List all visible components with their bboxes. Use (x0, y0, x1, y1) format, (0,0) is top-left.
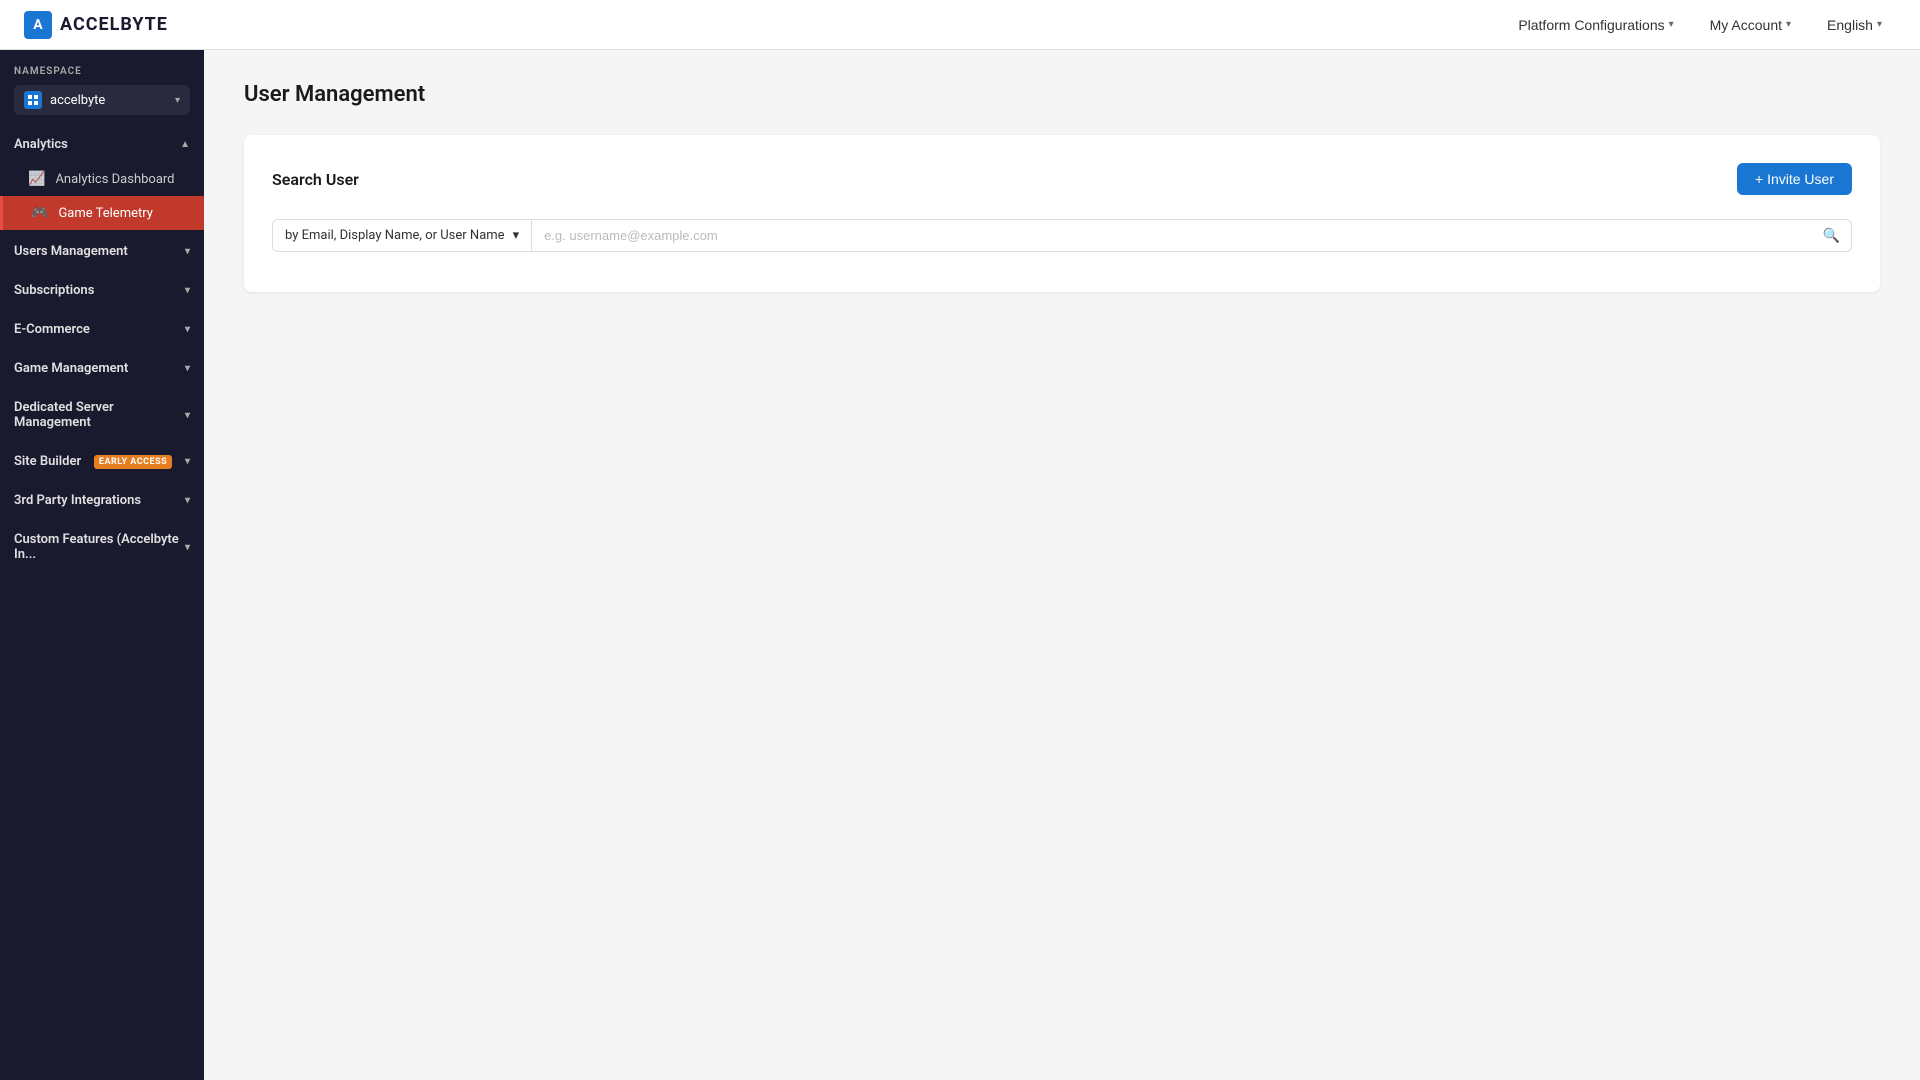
page-title: User Management (244, 82, 1880, 107)
users-management-header[interactable]: Users Management ▾ (0, 234, 204, 269)
namespace-section: NAMESPACE accelbyte ▾ (0, 50, 204, 123)
sidebar-section-site-builder: Site Builder EARLY ACCESS ▾ (0, 444, 204, 479)
namespace-icon (24, 91, 42, 109)
my-account-label: My Account (1710, 17, 1782, 33)
search-user-card: Search User + Invite User by Email, Disp… (244, 135, 1880, 292)
namespace-value: accelbyte (50, 93, 167, 108)
top-nav: A ACCELBYTE Platform Configurations ▾ My… (0, 0, 1920, 50)
my-account-chevron: ▾ (1786, 19, 1791, 30)
logo-icon: A (24, 11, 52, 39)
logo-text: ACCELBYTE (60, 14, 168, 35)
custom-features-label: Custom Features (Accelbyte In... (14, 532, 185, 562)
dedicated-server-header[interactable]: Dedicated Server Management ▾ (0, 390, 204, 440)
search-card-header: Search User + Invite User (272, 163, 1852, 195)
sidebar: NAMESPACE accelbyte ▾ Analytics ▲ (0, 50, 204, 1080)
namespace-chevron: ▾ (175, 95, 180, 106)
search-card-title: Search User (272, 170, 359, 189)
3rd-party-header[interactable]: 3rd Party Integrations ▾ (0, 483, 204, 518)
ecommerce-header[interactable]: E-Commerce ▾ (0, 312, 204, 347)
sidebar-section-custom-features: Custom Features (Accelbyte In... ▾ (0, 522, 204, 572)
game-telemetry-icon: 🎮 (31, 205, 48, 221)
namespace-selector[interactable]: accelbyte ▾ (14, 85, 190, 115)
site-builder-label: Site Builder (14, 454, 81, 469)
logo: A ACCELBYTE (24, 11, 168, 39)
users-management-label: Users Management (14, 244, 128, 259)
sidebar-item-game-telemetry[interactable]: 🎮 Game Telemetry (0, 196, 204, 230)
sidebar-item-analytics-dashboard[interactable]: 📈 Analytics Dashboard (0, 162, 204, 196)
top-nav-right: Platform Configurations ▾ My Account ▾ E… (1504, 11, 1896, 39)
early-access-badge: EARLY ACCESS (94, 455, 172, 469)
custom-features-chevron: ▾ (185, 542, 190, 553)
game-management-label: Game Management (14, 361, 128, 376)
invite-user-button[interactable]: + Invite User (1737, 163, 1852, 195)
users-management-chevron: ▾ (185, 246, 190, 257)
analytics-section-header[interactable]: Analytics ▲ (0, 127, 204, 162)
3rd-party-label: 3rd Party Integrations (14, 493, 141, 508)
sidebar-section-users: Users Management ▾ (0, 234, 204, 269)
platform-configurations-btn[interactable]: Platform Configurations ▾ (1504, 11, 1687, 39)
site-builder-header[interactable]: Site Builder EARLY ACCESS ▾ (0, 444, 204, 479)
sidebar-section-game-management: Game Management ▾ (0, 351, 204, 386)
invite-user-label: + Invite User (1755, 171, 1834, 187)
language-label: English (1827, 17, 1873, 33)
sidebar-section-subscriptions: Subscriptions ▾ (0, 273, 204, 308)
dedicated-server-chevron: ▾ (185, 410, 190, 421)
analytics-dashboard-label: Analytics Dashboard (55, 172, 174, 187)
namespace-label: NAMESPACE (14, 66, 190, 77)
search-filter-label: by Email, Display Name, or User Name (285, 228, 505, 243)
ecommerce-label: E-Commerce (14, 322, 90, 337)
search-input[interactable] (531, 219, 1852, 252)
ecommerce-chevron: ▾ (185, 324, 190, 335)
platform-configurations-chevron: ▾ (1669, 19, 1674, 30)
game-management-chevron: ▾ (185, 363, 190, 374)
search-input-wrap: 🔍 (531, 219, 1852, 252)
search-row: by Email, Display Name, or User Name ▾ 🔍 (272, 219, 1852, 252)
search-filter-chevron: ▾ (513, 228, 520, 243)
platform-configurations-label: Platform Configurations (1518, 17, 1664, 33)
subscriptions-chevron: ▾ (185, 285, 190, 296)
subscriptions-header[interactable]: Subscriptions ▾ (0, 273, 204, 308)
3rd-party-chevron: ▾ (185, 495, 190, 506)
main-content: User Management Search User + Invite Use… (204, 50, 1920, 1080)
game-management-header[interactable]: Game Management ▾ (0, 351, 204, 386)
analytics-label: Analytics (14, 137, 68, 152)
my-account-btn[interactable]: My Account ▾ (1696, 11, 1805, 39)
site-builder-chevron: ▾ (185, 456, 190, 467)
language-chevron: ▾ (1877, 19, 1882, 30)
dedicated-server-label: Dedicated Server Management (14, 400, 185, 430)
analytics-dashboard-icon: 📈 (28, 171, 45, 187)
search-filter-dropdown[interactable]: by Email, Display Name, or User Name ▾ (272, 219, 531, 252)
sidebar-section-3rd-party: 3rd Party Integrations ▾ (0, 483, 204, 518)
sidebar-section-dedicated-server: Dedicated Server Management ▾ (0, 390, 204, 440)
app-layout: NAMESPACE accelbyte ▾ Analytics ▲ (0, 50, 1920, 1080)
search-icon: 🔍 (1823, 228, 1840, 244)
custom-features-header[interactable]: Custom Features (Accelbyte In... ▾ (0, 522, 204, 572)
subscriptions-label: Subscriptions (14, 283, 94, 298)
analytics-chevron: ▲ (180, 139, 190, 150)
game-telemetry-label: Game Telemetry (58, 206, 153, 221)
language-btn[interactable]: English ▾ (1813, 11, 1896, 39)
sidebar-section-analytics: Analytics ▲ 📈 Analytics Dashboard 🎮 Game… (0, 127, 204, 230)
sidebar-section-ecommerce: E-Commerce ▾ (0, 312, 204, 347)
